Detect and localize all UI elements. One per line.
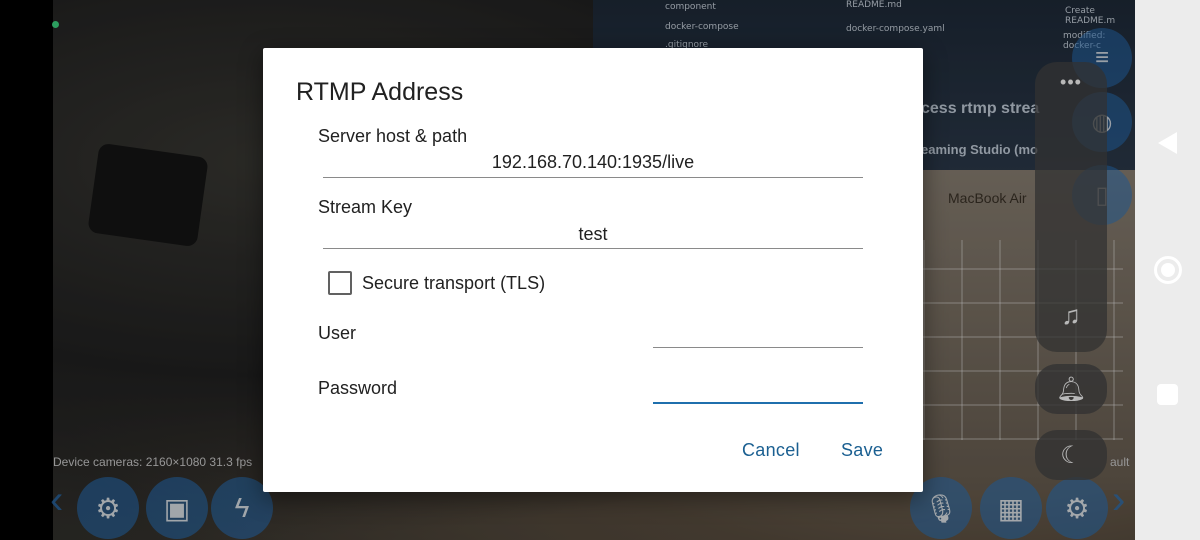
tls-checkbox[interactable]	[328, 271, 352, 295]
server-host-input[interactable]: 192.168.70.140:1935/live	[323, 152, 863, 173]
tls-label: Secure transport (TLS)	[362, 272, 546, 293]
password-underline	[653, 402, 863, 404]
rtmp-address-dialog: RTMP Address Server host & path 192.168.…	[263, 48, 923, 492]
user-label: User	[318, 323, 357, 343]
stream-key-input[interactable]: test	[323, 224, 863, 245]
server-host-label: Server host & path	[318, 126, 468, 146]
stream-key-label: Stream Key	[318, 197, 413, 217]
user-input[interactable]	[653, 314, 863, 348]
stream-key-underline	[323, 248, 863, 249]
password-input[interactable]	[653, 368, 863, 402]
password-label: Password	[318, 378, 398, 398]
back-icon[interactable]	[1158, 132, 1177, 154]
save-button[interactable]: Save	[841, 440, 883, 461]
home-icon[interactable]	[1154, 256, 1182, 284]
app-screen: component docker-compose .gitignore READ…	[0, 0, 1200, 540]
recent-apps-icon[interactable]	[1157, 384, 1178, 405]
dialog-title: RTMP Address	[296, 78, 464, 106]
server-host-underline	[323, 177, 863, 178]
user-underline	[653, 347, 863, 348]
cancel-button[interactable]: Cancel	[742, 440, 800, 461]
tls-option[interactable]: Secure transport (TLS)	[328, 271, 545, 295]
